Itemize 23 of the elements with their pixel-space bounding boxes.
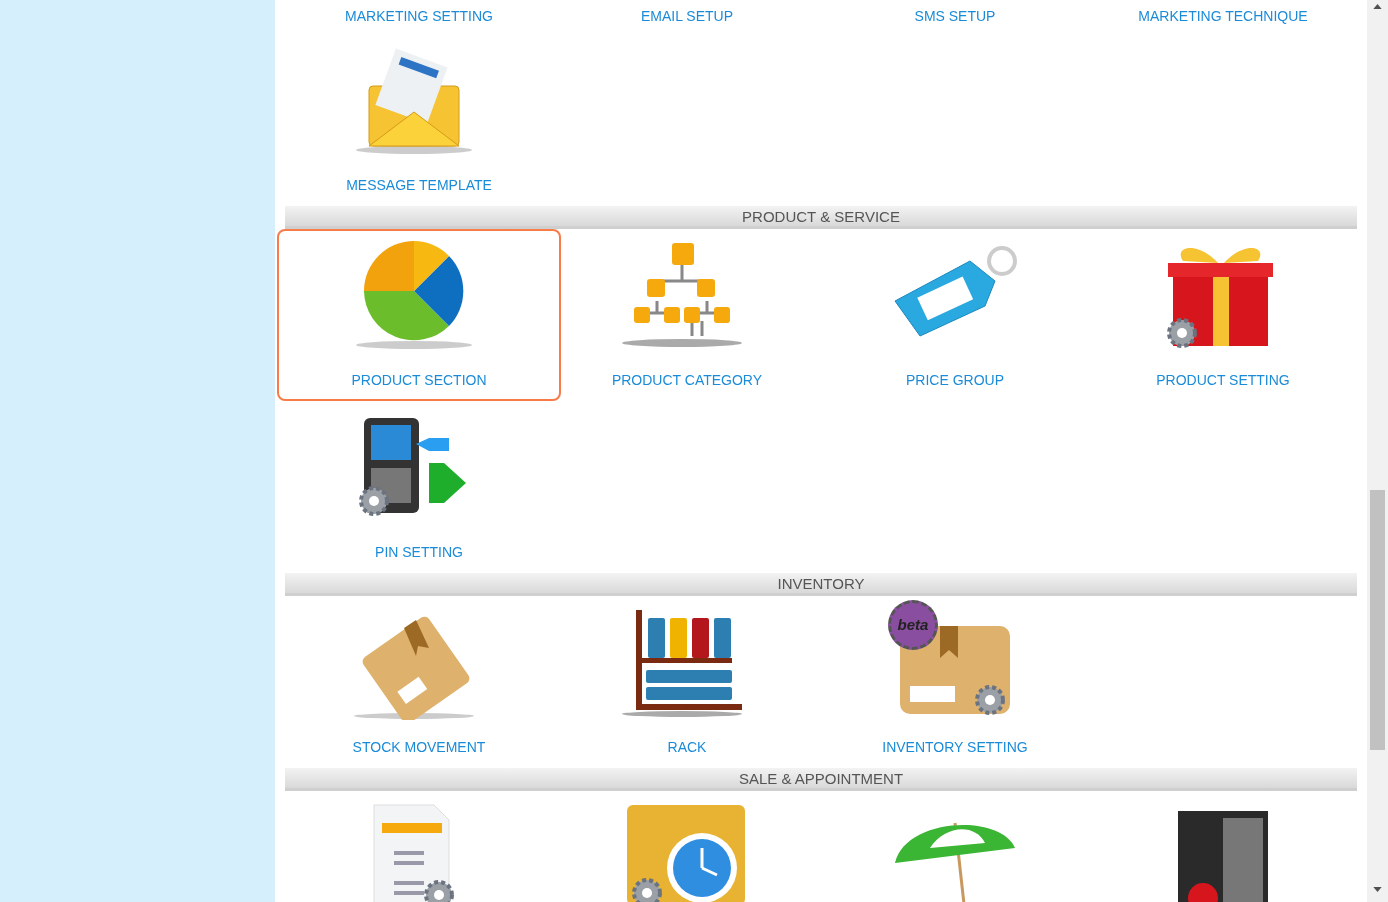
section-header: PRODUCT & SERVICE: [285, 206, 1357, 229]
tile-label: PRODUCT SETTING: [1156, 371, 1290, 390]
menu-tile[interactable]: MESSAGE TEMPLATE: [277, 34, 561, 206]
beta-badge: beta: [888, 600, 938, 650]
scroll-down-icon[interactable]: [1373, 887, 1382, 892]
scroll-up-icon[interactable]: [1373, 4, 1382, 9]
menu-tile[interactable]: PIN SETTING: [277, 401, 561, 573]
tile-label: PRODUCT SECTION: [351, 371, 487, 390]
tile-label: PIN SETTING: [375, 543, 463, 562]
tile-label: SMS SETUP: [914, 7, 996, 26]
tile-label: EMAIL SETUP: [640, 7, 734, 26]
tile-label: PRODUCT CATEGORY: [611, 371, 763, 390]
tile-label: STOCK MOVEMENT: [352, 738, 486, 757]
section-header: SALE & APPOINTMENT: [285, 768, 1357, 791]
menu-tile[interactable]: PRODUCT SECTION: [277, 229, 561, 401]
tile-label: PRICE GROUP: [906, 371, 1004, 390]
tile-label: INVENTORY SETTING: [882, 738, 1028, 757]
section-header: INVENTORY: [285, 573, 1357, 596]
tile-label: MARKETING SETTING: [345, 7, 493, 26]
tile-label: MESSAGE TEMPLATE: [346, 176, 492, 195]
tile-label: RACK: [667, 738, 707, 757]
scrollbar-thumb[interactable]: [1370, 490, 1385, 750]
tile-label: MARKETING TECHNIQUE: [1138, 7, 1308, 26]
